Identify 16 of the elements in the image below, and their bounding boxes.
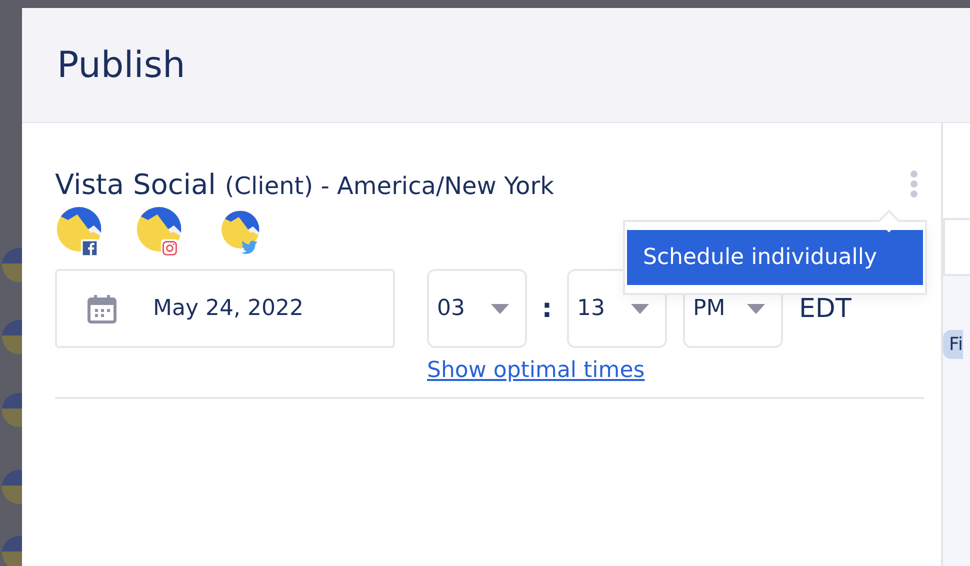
facebook-badge-icon: [80, 239, 99, 257]
timezone-label: EDT: [799, 294, 852, 324]
dropdown-caret-icon: [747, 304, 765, 314]
profile-group-title: Vista Social (Client) - America/New York: [55, 168, 554, 200]
dropdown-caret-icon: [491, 304, 509, 314]
twitter-bird-icon: [241, 240, 258, 254]
date-field[interactable]: May 24, 2022: [55, 269, 395, 348]
dropdown-caret-icon: [631, 304, 649, 314]
hour-select[interactable]: 03: [427, 269, 527, 348]
menu-item[interactable]: Schedule individually: [627, 230, 923, 285]
instagram-badge-icon: [160, 239, 179, 257]
show-optimal-times-link[interactable]: Show optimal times: [427, 358, 645, 383]
calendar-icon: [87, 294, 117, 324]
dialog-title: Publish: [57, 44, 186, 86]
time-separator: :: [540, 294, 554, 324]
tag-chip: Fi: [943, 330, 964, 359]
